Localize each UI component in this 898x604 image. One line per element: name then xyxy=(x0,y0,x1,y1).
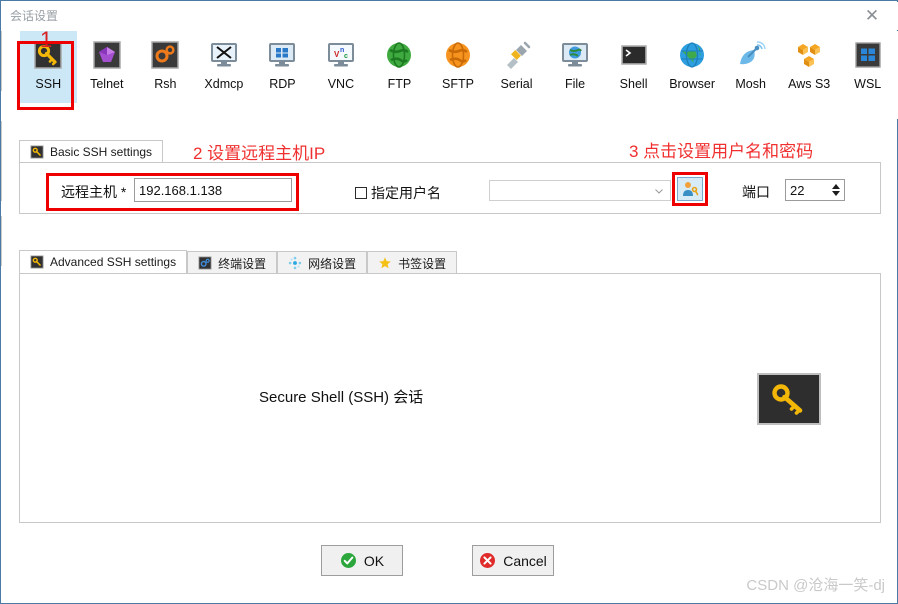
watermark: CSDN @沧海一笑-dj xyxy=(746,577,885,594)
protocol-label: FTP xyxy=(387,77,412,91)
protocol-label: Rsh xyxy=(154,77,177,91)
key-icon xyxy=(30,144,44,159)
protocol-tile-aws-s3[interactable]: Aws S3 xyxy=(781,31,838,103)
close-icon[interactable]: ✕ xyxy=(852,2,892,30)
protocol-tile-ftp[interactable]: FTP xyxy=(371,31,428,103)
protocol-label: Serial xyxy=(500,77,533,91)
protocol-label: RDP xyxy=(269,77,296,91)
window-title: 会话设置 xyxy=(10,9,59,23)
remote-host-input[interactable] xyxy=(134,178,292,202)
protocol-label: File xyxy=(564,77,586,91)
gear-blue-icon xyxy=(198,256,212,270)
panel-caption: Secure Shell (SSH) 会话 xyxy=(259,389,424,406)
monitor-x-icon xyxy=(210,43,237,67)
username-combo[interactable] xyxy=(489,180,671,201)
protocol-tile-rsh[interactable]: Rsh xyxy=(137,31,194,103)
purple-gem-icon xyxy=(93,41,121,69)
tab-bookmark-settings[interactable]: 书签设置 xyxy=(367,251,458,274)
tab-terminal-settings[interactable]: 终端设置 xyxy=(187,251,278,274)
session-settings-dialog: 会话设置 ✕ SSH Telnet Rsh Xdmcp RDP V n c VN… xyxy=(0,0,898,604)
spinner-arrows[interactable] xyxy=(828,180,844,200)
network-icon xyxy=(288,256,302,270)
port-value: 22 xyxy=(790,182,805,198)
star-icon xyxy=(379,257,391,269)
cancel-button[interactable]: Cancel xyxy=(472,545,554,576)
tab-basic-ssh-settings[interactable]: Basic SSH settings xyxy=(19,140,164,163)
checkbox-box xyxy=(355,187,367,199)
protocol-tile-rdp[interactable]: RDP xyxy=(254,31,311,103)
chevron-down-icon xyxy=(655,188,663,194)
protocol-tile-shell[interactable]: Shell xyxy=(605,31,662,103)
protocol-label: WSL xyxy=(854,77,882,91)
port-label: 端口 xyxy=(742,184,770,200)
cancel-label: Cancel xyxy=(503,552,547,569)
checkbox-label: 指定用户名 xyxy=(371,185,441,201)
orange-gears-icon xyxy=(151,41,180,69)
user-key-icon xyxy=(683,182,699,196)
windows-logo-icon xyxy=(855,42,881,68)
tab-label: Basic SSH settings xyxy=(50,144,153,159)
protocol-toolbar: SSH Telnet Rsh Xdmcp RDP V n c VNC FTP S… xyxy=(2,31,898,119)
monitor-vnc-icon: V n c xyxy=(327,43,354,67)
protocol-label: Xdmcp xyxy=(204,77,244,91)
tab-label: 书签设置 xyxy=(398,256,447,271)
protocol-tile-vnc[interactable]: V n c VNC xyxy=(313,31,370,103)
ssh-session-panel xyxy=(19,273,881,523)
specify-username-checkbox[interactable]: 指定用户名 xyxy=(355,183,441,203)
terminal-icon xyxy=(620,45,647,65)
monitor-globe-icon xyxy=(562,43,589,67)
check-circle-green-icon xyxy=(340,553,356,568)
tab-network-settings[interactable]: 网络设置 xyxy=(277,251,368,274)
protocol-label: Shell xyxy=(619,77,648,91)
blue-globe-icon xyxy=(680,42,705,68)
protocol-label: Aws S3 xyxy=(788,77,831,91)
title-bar: 会话设置 ✕ xyxy=(2,2,898,30)
ok-label: OK xyxy=(363,552,385,569)
key-icon xyxy=(34,41,63,69)
protocol-label: Browser xyxy=(669,77,716,91)
protocol-label: SFTP xyxy=(442,77,474,91)
protocol-label: SSH xyxy=(35,77,62,91)
chevron-up-icon[interactable] xyxy=(832,184,840,189)
tab-advanced-ssh-settings[interactable]: Advanced SSH settings xyxy=(19,250,188,274)
key-icon xyxy=(772,384,803,415)
satellite-dish-icon xyxy=(739,41,766,65)
orange-globe-icon xyxy=(445,42,470,68)
protocol-tile-telnet[interactable]: Telnet xyxy=(79,31,136,103)
set-username-password-button[interactable] xyxy=(677,177,703,201)
protocol-tile-browser[interactable]: Browser xyxy=(664,31,721,103)
protocol-label: Mosh xyxy=(735,77,766,91)
serial-plug-icon xyxy=(506,41,530,69)
tab-label: 终端设置 xyxy=(218,256,267,271)
ok-button[interactable]: OK xyxy=(321,545,403,576)
edge-artifact xyxy=(1,216,2,266)
protocol-tile-xdmcp[interactable]: Xdmcp xyxy=(196,31,253,103)
aws-cubes-icon xyxy=(798,44,821,67)
protocol-tile-wsl[interactable]: WSL xyxy=(839,31,896,103)
protocol-label: VNC xyxy=(327,77,355,91)
key-icon xyxy=(30,255,44,269)
edge-artifact xyxy=(1,121,2,201)
protocol-tile-sftp[interactable]: SFTP xyxy=(430,31,487,103)
annotation-step-3: 3 点击设置用户名和密码 xyxy=(629,142,814,161)
protocol-tile-ssh[interactable]: SSH xyxy=(20,31,77,103)
monitor-windows-icon xyxy=(269,43,296,67)
svg-text:c: c xyxy=(344,53,348,60)
port-spinner[interactable]: 22 xyxy=(785,179,845,201)
protocol-tile-mosh[interactable]: Mosh xyxy=(722,31,779,103)
green-globe-icon xyxy=(387,42,412,68)
x-circle-red-icon xyxy=(480,553,496,568)
tab-label: 网络设置 xyxy=(308,256,357,271)
remote-host-label: 远程主机 * xyxy=(61,184,127,200)
panel-key-icon-box xyxy=(757,373,821,425)
protocol-tile-file[interactable]: File xyxy=(547,31,604,103)
tab-label: Advanced SSH settings xyxy=(50,255,177,269)
protocol-tile-serial[interactable]: Serial xyxy=(488,31,545,103)
annotation-step-2: 2 设置远程主机IP xyxy=(193,144,326,163)
protocol-label: Telnet xyxy=(90,77,124,91)
chevron-down-icon[interactable] xyxy=(832,191,840,196)
advanced-tabstrip: Advanced SSH settings 终端设置 网络设置 书签设置 xyxy=(19,249,458,274)
basic-settings-tabstrip: Basic SSH settings xyxy=(19,139,164,163)
